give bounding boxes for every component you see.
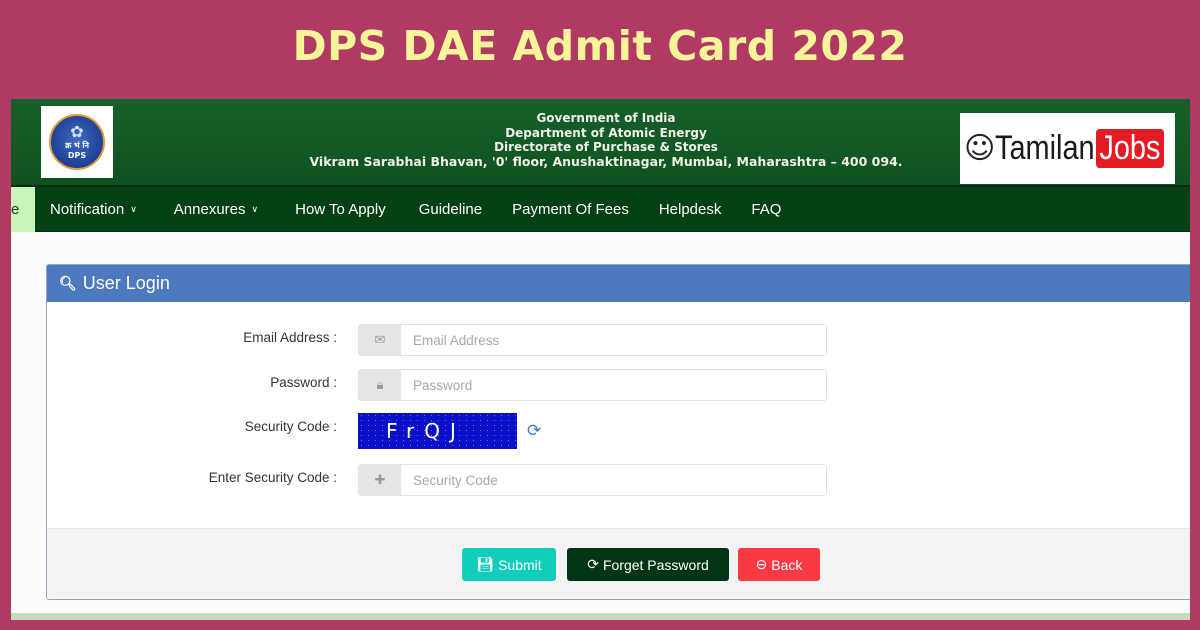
forget-label: Forget Password [602,556,709,573]
nav-item-notification[interactable]: Notification ∨ [35,187,152,232]
nav-item-home[interactable]: e [11,186,35,232]
password-input[interactable] [401,370,826,400]
nav-item-faq[interactable]: FAQ [736,187,796,232]
nav-label: Helpdesk [658,200,722,218]
logo-text: DPS [67,151,87,160]
nav-item-annexures[interactable]: Annexures ∨ [152,187,273,232]
gov-address: Vikram Sarabhai Bhavan, '0' floor, Anush… [309,153,903,169]
password-input-group: 🔒︎ [358,369,827,401]
panel-footer: 💾︎ Submit ⟳ Forget Password ⊖ Back [47,528,1190,599]
watermark-word-1: Tamilan [995,129,1095,167]
enter-code-row: Enter Security Code : ✚ [47,464,847,496]
circle-arrow-left-icon: ⊖ [755,556,768,572]
tamilan-jobs-watermark: ☺ Tamilan Jobs [960,113,1175,184]
security-code-input-group: ✚ [358,464,827,496]
chevron-down-icon: ∨ [251,203,259,214]
enter-code-label: Enter Security Code : [208,470,337,485]
nav-label: Annexures [173,200,246,218]
email-row: Email Address : ✉ [47,324,847,356]
security-code-label: Security Code : [244,419,337,434]
puzzle-icon: ✚ [359,465,401,495]
email-input[interactable] [401,325,826,355]
panel-heading: 🔍︎ User Login [47,265,1190,302]
banner-title: DPS DAE Admit Card 2022 [292,22,908,70]
chevron-down-icon: ∨ [130,203,137,214]
back-button[interactable]: ⊖ Back [738,548,820,581]
website-screenshot: ✿ क्र भं नि DPS Government of India Depa… [11,99,1190,620]
main-nav: e Notification ∨ Annexures ∨ How To Appl… [11,185,1190,232]
site-header: ✿ क्र भं नि DPS Government of India Depa… [11,99,1190,185]
email-input-group: ✉ [358,324,827,356]
envelope-icon: ✉ [359,325,401,355]
dps-logo[interactable]: ✿ क्र भं नि DPS [41,106,113,178]
gov-line-1: Government of India [536,111,676,125]
refresh-icon[interactable]: ⟳ [527,421,541,441]
nav-label: How To Apply [295,200,386,218]
nav-label: Guideline [418,200,483,218]
nav-item-how-to-apply[interactable]: How To Apply [273,187,401,232]
mustache-face-icon: ☺ [964,131,996,166]
security-code-row: Security Code : FrQJ ⟳ [47,413,847,449]
forget-password-button[interactable]: ⟳ Forget Password [567,548,729,581]
email-label: Email Address : [243,330,337,345]
gov-line-2: Department of Atomic Energy [505,125,707,140]
panel-title: User Login [82,273,170,293]
password-row: Password : 🔒︎ [47,369,847,401]
nav-label: Payment Of Fees [512,200,629,218]
gov-line-3: Directorate of Purchase & Stores [494,140,718,154]
logo-devanagari: क्र भं नि [65,141,89,150]
nav-label: FAQ [751,200,782,218]
security-code-input[interactable] [401,465,826,495]
nav-item-guideline[interactable]: Guideline [401,187,497,232]
back-label: Back [771,556,803,573]
nav-label: Notification [50,200,125,218]
lock-icon: 🔒︎ [359,370,401,400]
nav-item-helpdesk[interactable]: Helpdesk [644,187,737,232]
nav-item-payment-of-fees[interactable]: Payment Of Fees [497,187,644,232]
atom-flower-icon: ✿ [70,122,84,141]
organization-info: Government of India Department of Atomic… [256,111,956,169]
watermark-word-2: Jobs [1096,129,1165,168]
password-label: Password : [270,375,337,390]
search-icon: 🔍︎ [59,275,77,291]
dps-emblem-icon: ✿ क्र भं नि DPS [49,114,105,170]
user-login-panel: 🔍︎ User Login Email Address : ✉ Password… [46,264,1190,600]
submit-button[interactable]: 💾︎ Submit [462,548,556,581]
footer-strip [11,613,1190,620]
captcha-image: FrQJ [358,413,517,449]
save-icon: 💾︎ [476,556,495,572]
refresh-icon: ⟳ [587,556,599,572]
submit-label: Submit [498,556,542,573]
